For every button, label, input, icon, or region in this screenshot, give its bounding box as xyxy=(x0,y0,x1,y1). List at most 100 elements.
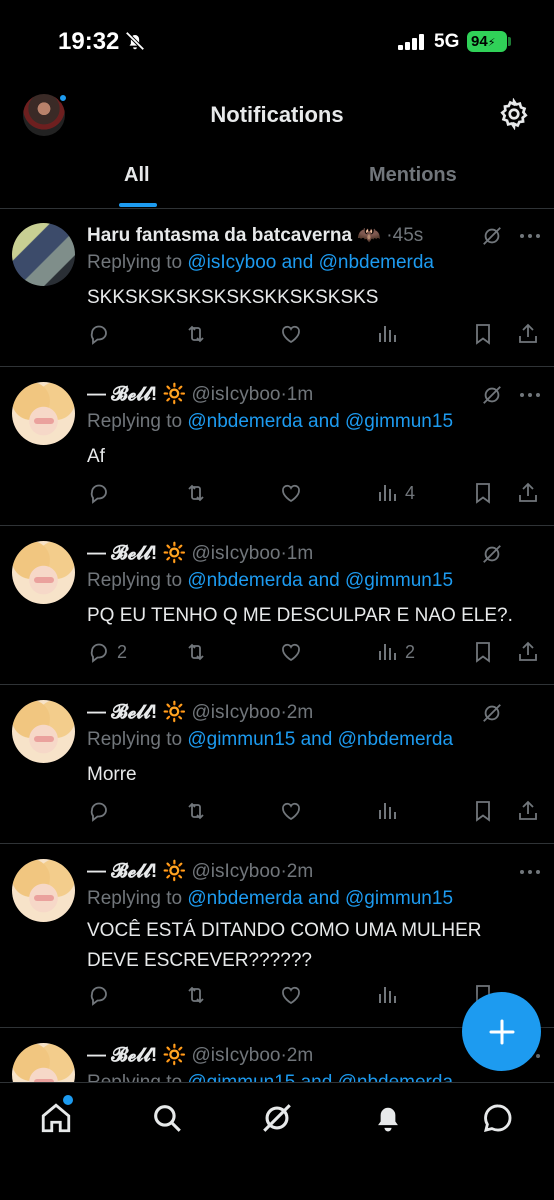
retweet-button[interactable] xyxy=(184,981,208,1009)
mention-links[interactable]: @gimmun15 and @nbdemerda xyxy=(187,729,453,750)
tweet[interactable]: — 𝓑𝓮𝓵𝓵! 🔆 @isIcyboo·2m Replying to @nbde… xyxy=(0,844,554,1028)
mention-links[interactable]: @gimmun15 and @nbdemerda xyxy=(187,1072,453,1082)
avatar[interactable] xyxy=(12,859,75,922)
battery-tip xyxy=(508,37,511,46)
share-button[interactable] xyxy=(516,797,540,825)
reply-icon xyxy=(90,325,107,345)
status-time: 19:32 xyxy=(58,28,120,55)
gear-icon[interactable] xyxy=(498,98,530,130)
display-name[interactable]: — 𝓑𝓮𝓵𝓵! 🔆 xyxy=(87,543,186,564)
display-name[interactable]: — 𝓑𝓮𝓵𝓵! 🔆 xyxy=(87,384,186,405)
views-button[interactable] xyxy=(375,981,405,1009)
messages-icon[interactable] xyxy=(481,1101,515,1135)
reply-button[interactable] xyxy=(87,320,117,348)
avatar[interactable] xyxy=(12,1043,75,1082)
plus-icon xyxy=(489,1019,514,1044)
bottom-nav xyxy=(0,1082,554,1200)
share-button[interactable] xyxy=(516,320,540,348)
bookmark-button[interactable] xyxy=(471,638,495,666)
status-bar: 19:32 5G 94⚡ xyxy=(0,0,554,84)
views-button[interactable]: 2 xyxy=(375,638,415,666)
avatar[interactable] xyxy=(12,382,75,445)
grok-icon[interactable] xyxy=(481,702,503,724)
bookmark-icon xyxy=(476,324,490,345)
avatar[interactable] xyxy=(12,223,75,286)
tweet-header: — 𝓑𝓮𝓵𝓵! 🔆 @isIcyboo·2m xyxy=(87,1043,313,1067)
tab-mentions[interactable]: Mentions xyxy=(369,164,457,187)
more-icon[interactable] xyxy=(518,868,542,876)
notifications-feed[interactable]: Haru fantasma da batcaverna 🦇 ·45s Reply… xyxy=(0,208,554,1082)
replying-prefix: Replying to xyxy=(87,888,188,909)
tab-all[interactable]: All xyxy=(124,164,150,187)
handle[interactable]: @isIcyboo xyxy=(191,1045,280,1066)
like-button[interactable] xyxy=(279,981,303,1009)
retweet-button[interactable] xyxy=(184,320,208,348)
tweet[interactable]: — 𝓑𝓮𝓵𝓵! 🔆 @isIcyboo·2m Replying to @gimm… xyxy=(0,685,554,844)
bookmark-icon xyxy=(476,801,490,822)
bell-slash-icon xyxy=(125,31,145,51)
views-icon xyxy=(379,644,396,660)
notifications-header: Notifications All Mentions xyxy=(0,84,554,210)
retweet-icon xyxy=(188,802,204,820)
views-icon xyxy=(379,987,396,1003)
tweet[interactable]: Haru fantasma da batcaverna 🦇 ·45s Reply… xyxy=(0,208,554,367)
tweet-text: PQ EU TENHO Q ME DESCULPAR E NAO ELE?. xyxy=(87,605,513,626)
tweet[interactable]: — 𝓑𝓮𝓵𝓵! 🔆 @isIcyboo·1m Replying to @nbde… xyxy=(0,367,554,526)
grok-icon[interactable] xyxy=(481,225,503,247)
share-icon xyxy=(519,641,537,661)
grok-icon[interactable] xyxy=(260,1101,294,1135)
more-icon[interactable] xyxy=(518,391,542,399)
handle[interactable]: @isIcyboo xyxy=(191,384,280,405)
bookmark-button[interactable] xyxy=(471,797,495,825)
reply-button[interactable]: 2 xyxy=(87,638,127,666)
bookmark-button[interactable] xyxy=(471,320,495,348)
avatar[interactable] xyxy=(12,541,75,604)
bookmark-icon xyxy=(476,642,490,663)
views-button[interactable]: 4 xyxy=(375,479,415,507)
share-button[interactable] xyxy=(516,638,540,666)
display-name[interactable]: Haru fantasma da batcaverna xyxy=(87,225,352,246)
home-unread-dot xyxy=(63,1095,73,1105)
retweet-button[interactable] xyxy=(184,797,208,825)
share-button[interactable] xyxy=(516,479,540,507)
avatar[interactable] xyxy=(12,700,75,763)
display-name[interactable]: — 𝓑𝓮𝓵𝓵! 🔆 xyxy=(87,1045,186,1066)
mention-links[interactable]: @nbdemerda and @gimmun15 xyxy=(187,570,453,591)
home-icon[interactable] xyxy=(39,1101,73,1135)
reply-button[interactable] xyxy=(87,797,117,825)
handle[interactable]: @isIcyboo xyxy=(191,861,280,882)
compose-button[interactable] xyxy=(462,992,541,1071)
mention-links[interactable]: @isIcyboo and @nbdemerda xyxy=(187,252,434,273)
tweet-time: ·2m xyxy=(280,1045,314,1066)
handle[interactable]: @isIcyboo xyxy=(191,543,280,564)
tweet-header: — 𝓑𝓮𝓵𝓵! 🔆 @isIcyboo·2m xyxy=(87,859,313,883)
reply-button[interactable] xyxy=(87,981,117,1009)
tweet[interactable]: — 𝓑𝓮𝓵𝓵! 🔆 @isIcyboo·1m Replying to @nbde… xyxy=(0,526,554,685)
views-button[interactable] xyxy=(375,797,405,825)
views-button[interactable] xyxy=(375,320,405,348)
tweet-text: VOCÊ ESTÁ DITANDO COMO UMA MULHER DEVE E… xyxy=(87,920,482,971)
like-button[interactable] xyxy=(279,638,303,666)
retweet-button[interactable] xyxy=(184,479,208,507)
replying-to: Replying to @gimmun15 and @nbdemerda xyxy=(87,729,453,751)
mention-links[interactable]: @nbdemerda and @gimmun15 xyxy=(187,888,453,909)
retweet-button[interactable] xyxy=(184,638,208,666)
mention-links[interactable]: @nbdemerda and @gimmun15 xyxy=(187,411,453,432)
bookmark-button[interactable] xyxy=(471,479,495,507)
views-count: 2 xyxy=(405,641,416,662)
like-button[interactable] xyxy=(279,797,303,825)
like-button[interactable] xyxy=(279,479,303,507)
grok-icon[interactable] xyxy=(481,384,503,406)
handle[interactable]: @isIcyboo xyxy=(191,702,280,723)
tweet-actions xyxy=(87,797,542,825)
like-button[interactable] xyxy=(279,320,303,348)
display-name[interactable]: — 𝓑𝓮𝓵𝓵! 🔆 xyxy=(87,861,186,882)
reply-button[interactable] xyxy=(87,479,117,507)
retweet-icon xyxy=(188,484,204,502)
display-name[interactable]: — 𝓑𝓮𝓵𝓵! 🔆 xyxy=(87,702,186,723)
more-icon[interactable] xyxy=(518,232,542,240)
grok-icon[interactable] xyxy=(481,543,503,565)
reply-icon xyxy=(90,802,107,822)
bell-icon[interactable] xyxy=(371,1101,405,1135)
search-icon[interactable] xyxy=(150,1101,184,1135)
